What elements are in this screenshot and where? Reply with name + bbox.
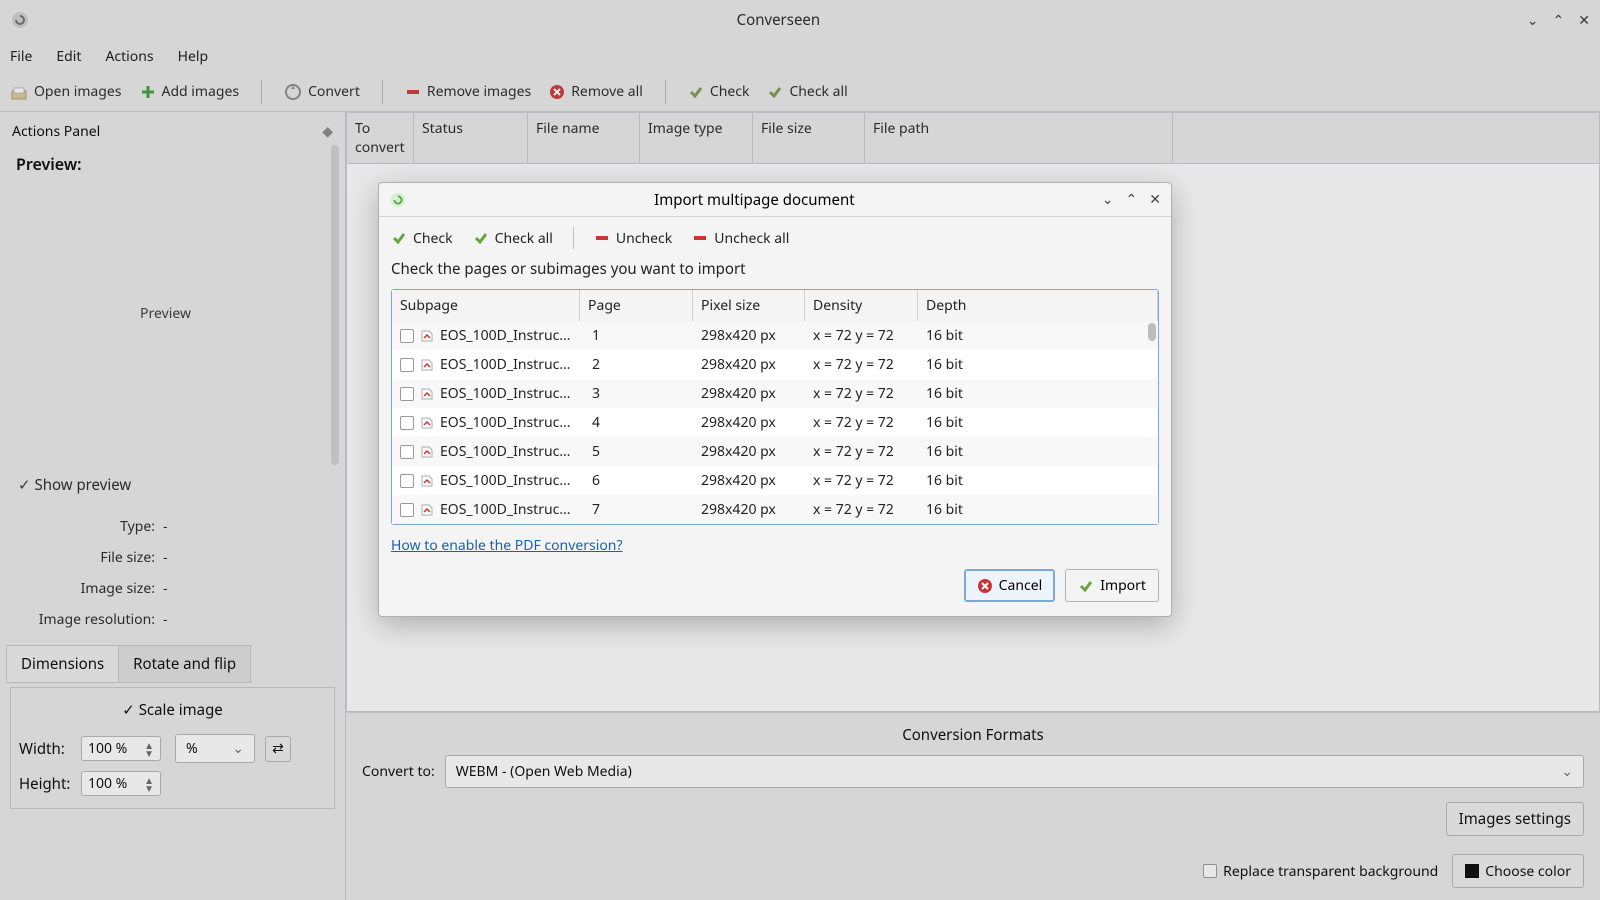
import-icon [1078, 578, 1094, 594]
dialog-scrollbar[interactable] [1148, 323, 1156, 341]
pdf-icon [420, 474, 434, 488]
dialog-maximize-icon[interactable]: ⌃ [1126, 190, 1138, 209]
row-pixelsize: 298x420 px [701, 326, 813, 345]
row-density: x = 72 y = 72 [813, 326, 926, 345]
import-dialog: Import multipage document ⌄ ⌃ ✕ Check Ch… [378, 182, 1172, 617]
row-pixelsize: 298x420 px [701, 442, 813, 461]
uncheck-all-icon [692, 230, 708, 246]
table-row[interactable]: EOS_100D_Instruc… 3298x420 pxx = 72 y = 7… [392, 379, 1158, 408]
dialog-instructions: Check the pages or subimages you want to… [379, 259, 1171, 289]
table-row[interactable]: EOS_100D_Instruc… 2298x420 pxx = 72 y = 7… [392, 350, 1158, 379]
dialog-title: Import multipage document [407, 190, 1102, 210]
row-page: 7 [588, 500, 701, 519]
dialog-check-all-button[interactable]: Check all [473, 229, 553, 248]
row-density: x = 72 y = 72 [813, 500, 926, 519]
row-density: x = 72 y = 72 [813, 355, 926, 374]
row-page: 1 [588, 326, 701, 345]
row-subpage: EOS_100D_Instruc… [440, 355, 570, 374]
row-checkbox[interactable] [400, 503, 414, 517]
row-checkbox[interactable] [400, 416, 414, 430]
dialog-uncheck-all-button[interactable]: Uncheck all [692, 229, 789, 248]
row-depth: 16 bit [926, 500, 1150, 519]
dialog-close-icon[interactable]: ✕ [1149, 190, 1161, 209]
row-subpage: EOS_100D_Instruc… [440, 500, 570, 519]
col-density[interactable]: Density [805, 290, 918, 321]
col-subpage[interactable]: Subpage [392, 290, 580, 321]
dialog-table: Subpage Page Pixel size Density Depth EO… [391, 289, 1159, 525]
row-density: x = 72 y = 72 [813, 442, 926, 461]
cancel-button[interactable]: Cancel [964, 569, 1056, 602]
row-page: 2 [588, 355, 701, 374]
row-depth: 16 bit [926, 442, 1150, 461]
row-pixelsize: 298x420 px [701, 355, 813, 374]
dialog-check-all-label: Check all [495, 229, 553, 248]
col-page[interactable]: Page [580, 290, 693, 321]
row-depth: 16 bit [926, 471, 1150, 490]
dialog-check-button[interactable]: Check [391, 229, 453, 248]
dialog-uncheck-label: Uncheck [616, 229, 672, 248]
row-depth: 16 bit [926, 326, 1150, 345]
dialog-check-label: Check [413, 229, 453, 248]
row-pixelsize: 298x420 px [701, 471, 813, 490]
pdf-help-link[interactable]: How to enable the PDF conversion? [391, 536, 623, 555]
dialog-toolbar-separator [573, 227, 574, 249]
row-subpage: EOS_100D_Instruc… [440, 442, 570, 461]
row-subpage: EOS_100D_Instruc… [440, 326, 570, 345]
dialog-uncheck-button[interactable]: Uncheck [594, 229, 672, 248]
table-row[interactable]: EOS_100D_Instruc… 4298x420 pxx = 72 y = 7… [392, 408, 1158, 437]
pdf-icon [420, 358, 434, 372]
dialog-app-icon [389, 191, 407, 209]
row-checkbox[interactable] [400, 329, 414, 343]
check-all-icon [473, 230, 489, 246]
col-pixelsize[interactable]: Pixel size [693, 290, 805, 321]
row-depth: 16 bit [926, 384, 1150, 403]
row-page: 3 [588, 384, 701, 403]
row-pixelsize: 298x420 px [701, 500, 813, 519]
row-density: x = 72 y = 72 [813, 471, 926, 490]
uncheck-icon [594, 230, 610, 246]
row-density: x = 72 y = 72 [813, 384, 926, 403]
row-page: 4 [588, 413, 701, 432]
row-checkbox[interactable] [400, 387, 414, 401]
row-pixelsize: 298x420 px [701, 413, 813, 432]
row-density: x = 72 y = 72 [813, 413, 926, 432]
dialog-minimize-icon[interactable]: ⌄ [1102, 190, 1114, 209]
row-checkbox[interactable] [400, 445, 414, 459]
row-pixelsize: 298x420 px [701, 384, 813, 403]
pdf-icon [420, 329, 434, 343]
table-row[interactable]: EOS_100D_Instruc… 7298x420 pxx = 72 y = 7… [392, 495, 1158, 524]
row-subpage: EOS_100D_Instruc… [440, 384, 570, 403]
row-depth: 16 bit [926, 355, 1150, 374]
check-icon [391, 230, 407, 246]
dialog-uncheck-all-label: Uncheck all [714, 229, 789, 248]
row-depth: 16 bit [926, 413, 1150, 432]
pdf-icon [420, 416, 434, 430]
table-row[interactable]: EOS_100D_Instruc… 5298x420 pxx = 72 y = 7… [392, 437, 1158, 466]
row-page: 6 [588, 471, 701, 490]
row-subpage: EOS_100D_Instruc… [440, 413, 570, 432]
row-checkbox[interactable] [400, 474, 414, 488]
pdf-icon [420, 503, 434, 517]
pdf-icon [420, 445, 434, 459]
table-row[interactable]: EOS_100D_Instruc… 1298x420 pxx = 72 y = 7… [392, 321, 1158, 350]
row-subpage: EOS_100D_Instruc… [440, 471, 570, 490]
cancel-label: Cancel [999, 576, 1043, 595]
row-page: 5 [588, 442, 701, 461]
row-checkbox[interactable] [400, 358, 414, 372]
table-row[interactable]: EOS_100D_Instruc… 6298x420 pxx = 72 y = 7… [392, 466, 1158, 495]
pdf-icon [420, 387, 434, 401]
cancel-icon [977, 578, 993, 594]
col-depth[interactable]: Depth [918, 290, 1158, 321]
import-label: Import [1100, 576, 1146, 595]
import-button[interactable]: Import [1065, 569, 1159, 602]
